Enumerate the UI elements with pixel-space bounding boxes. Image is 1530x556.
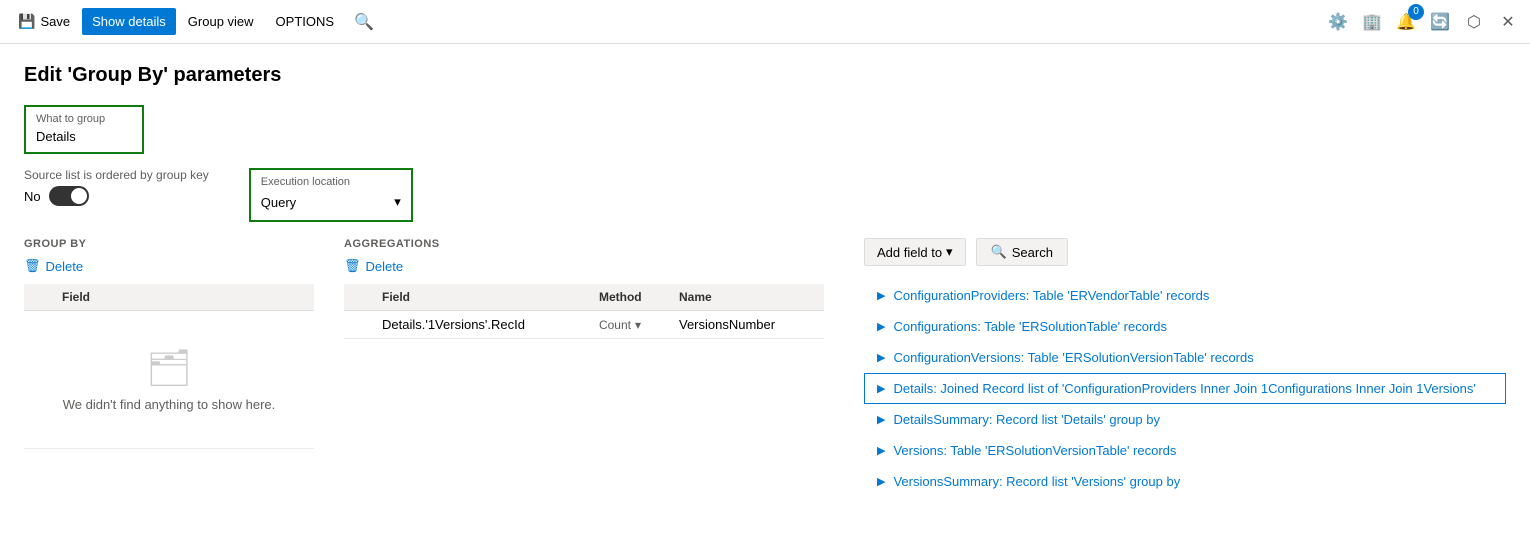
group-agg-columns: GROUP BY 🗑 Delete Field <box>24 238 844 449</box>
group-by-table: Field 🗂 We didn't find anything to show … <box>24 284 314 449</box>
toggle-no-label: No <box>24 189 41 204</box>
tree-item[interactable]: ▶ Details: Joined Record list of 'Config… <box>864 373 1506 404</box>
tree-item-text: Details: Joined Record list of 'Configur… <box>893 381 1475 396</box>
tree-item-text: DetailsSummary: Record list 'Details' gr… <box>893 412 1160 427</box>
tree-item-text: ConfigurationVersions: Table 'ERSolution… <box>893 350 1253 365</box>
agg-col-method: Method <box>591 284 671 311</box>
toolbar-search-icon[interactable]: 🔍 <box>346 6 382 38</box>
trash-icon-agg: 🗑 <box>344 258 361 274</box>
main-content: Edit 'Group By' parameters What to group… <box>0 44 1530 556</box>
save-button[interactable]: 💾 Save <box>8 7 80 36</box>
group-by-table-header-row: Field <box>24 284 314 311</box>
chevron-right-icon: ▶ <box>877 382 885 395</box>
agg-col-name: Name <box>671 284 824 311</box>
what-to-group-value: Details <box>36 129 132 144</box>
table-row: Details.'1Versions'.RecId Count ▾ Versio… <box>344 311 824 339</box>
chevron-right-icon: ▶ <box>877 413 885 426</box>
refresh-icon[interactable]: 🔄 <box>1426 8 1454 36</box>
tree-item[interactable]: ▶ VersionsSummary: Record list 'Versions… <box>864 466 1506 497</box>
group-by-header: GROUP BY <box>24 238 314 250</box>
search-button[interactable]: 🔍 Search <box>976 238 1068 266</box>
open-new-icon[interactable]: ⬡ <box>1460 8 1488 36</box>
agg-col-check <box>344 284 374 311</box>
toggle-switch[interactable] <box>49 186 89 206</box>
save-icon: 💾 <box>18 13 35 30</box>
tree-item-text: ConfigurationProviders: Table 'ERVendorT… <box>893 288 1209 303</box>
close-icon[interactable]: ✕ <box>1494 8 1522 36</box>
tree-list: ▶ ConfigurationProviders: Table 'ERVendo… <box>864 280 1506 497</box>
page-title: Edit 'Group By' parameters <box>24 64 1506 87</box>
tree-item-text: Versions: Table 'ERSolutionVersionTable'… <box>893 443 1176 458</box>
source-ordered-label: Source list is ordered by group key <box>24 168 209 182</box>
aggregations-section: AGGREGATIONS 🗑 Delete Field Method Name <box>344 238 824 449</box>
chevron-right-icon: ▶ <box>877 289 885 302</box>
settings-icon[interactable]: ⚙️ <box>1324 8 1352 36</box>
tree-item[interactable]: ▶ ConfigurationProviders: Table 'ERVendo… <box>864 280 1506 311</box>
toolbar-right-actions: ⚙️ 🏢 🔔 0 🔄 ⬡ ✕ <box>1324 8 1522 36</box>
trash-icon: 🗑 <box>24 258 41 274</box>
show-details-button[interactable]: Show details <box>82 8 176 35</box>
tree-item[interactable]: ▶ Versions: Table 'ERSolutionVersionTabl… <box>864 435 1506 466</box>
chevron-right-icon: ▶ <box>877 351 885 364</box>
execution-location-select[interactable]: Query ▾ <box>261 192 401 212</box>
tree-item[interactable]: ▶ ConfigurationVersions: Table 'ERSoluti… <box>864 342 1506 373</box>
row-method[interactable]: Count ▾ <box>591 311 671 339</box>
tree-item-text: VersionsSummary: Record list 'Versions' … <box>893 474 1180 489</box>
notification-badge-count: 0 <box>1408 4 1424 20</box>
group-view-button[interactable]: Group view <box>178 8 264 35</box>
tree-item[interactable]: ▶ DetailsSummary: Record list 'Details' … <box>864 404 1506 435</box>
agg-header-row: Field Method Name <box>344 284 824 311</box>
empty-icon: 🗂 <box>52 347 286 389</box>
chevron-right-icon: ▶ <box>877 475 885 488</box>
empty-text: We didn't find anything to show here. <box>52 397 286 412</box>
toggle-thumb <box>71 188 87 204</box>
chevron-right-icon: ▶ <box>877 320 885 333</box>
aggregations-delete-btn[interactable]: 🗑 Delete <box>344 258 824 274</box>
aggregations-table: Field Method Name Details.'1Versions'.Re… <box>344 284 824 339</box>
empty-state: 🗂 We didn't find anything to show here. <box>32 317 306 442</box>
chevron-right-icon: ▶ <box>877 444 885 457</box>
source-ordered-section: Source list is ordered by group key No <box>24 168 209 206</box>
execution-location-label: Execution location <box>261 176 401 188</box>
right-panel-header: Add field to ▾ 🔍 Search <box>864 238 1506 266</box>
group-by-section: GROUP BY 🗑 Delete Field <box>24 238 314 449</box>
dropdown-arrow-icon: ▾ <box>946 244 953 260</box>
main-layout: GROUP BY 🗑 Delete Field <box>24 238 1506 497</box>
left-panel: GROUP BY 🗑 Delete Field <box>24 238 844 497</box>
group-by-col-field: Field <box>54 284 314 311</box>
office-icon[interactable]: 🏢 <box>1358 8 1386 36</box>
options-button[interactable]: OPTIONS <box>266 8 345 35</box>
notification-icon[interactable]: 🔔 0 <box>1392 8 1420 36</box>
tree-item[interactable]: ▶ Configurations: Table 'ERSolutionTable… <box>864 311 1506 342</box>
execution-location-box: Execution location Query ▾ <box>249 168 413 222</box>
what-to-group-box: What to group Details <box>24 105 144 154</box>
row-check <box>344 311 374 339</box>
what-to-group-label: What to group <box>36 113 132 125</box>
row-name: VersionsNumber <box>671 311 824 339</box>
group-by-col-check <box>24 284 54 311</box>
table-row: 🗂 We didn't find anything to show here. <box>24 311 314 449</box>
tree-item-text: Configurations: Table 'ERSolutionTable' … <box>893 319 1167 334</box>
group-by-delete-btn[interactable]: 🗑 Delete <box>24 258 314 274</box>
source-execution-row: Source list is ordered by group key No E… <box>24 168 1506 222</box>
chevron-down-icon: ▾ <box>394 194 401 210</box>
search-icon: 🔍 <box>991 244 1007 260</box>
method-dropdown-icon: ▾ <box>635 318 641 332</box>
toggle-row: No <box>24 186 209 206</box>
row-field: Details.'1Versions'.RecId <box>374 311 591 339</box>
aggregations-header: AGGREGATIONS <box>344 238 824 250</box>
agg-col-field: Field <box>374 284 591 311</box>
toolbar: 💾 Save Show details Group view OPTIONS 🔍… <box>0 0 1530 44</box>
right-panel: Add field to ▾ 🔍 Search ▶ ConfigurationP… <box>844 238 1506 497</box>
add-field-button[interactable]: Add field to ▾ <box>864 238 966 266</box>
